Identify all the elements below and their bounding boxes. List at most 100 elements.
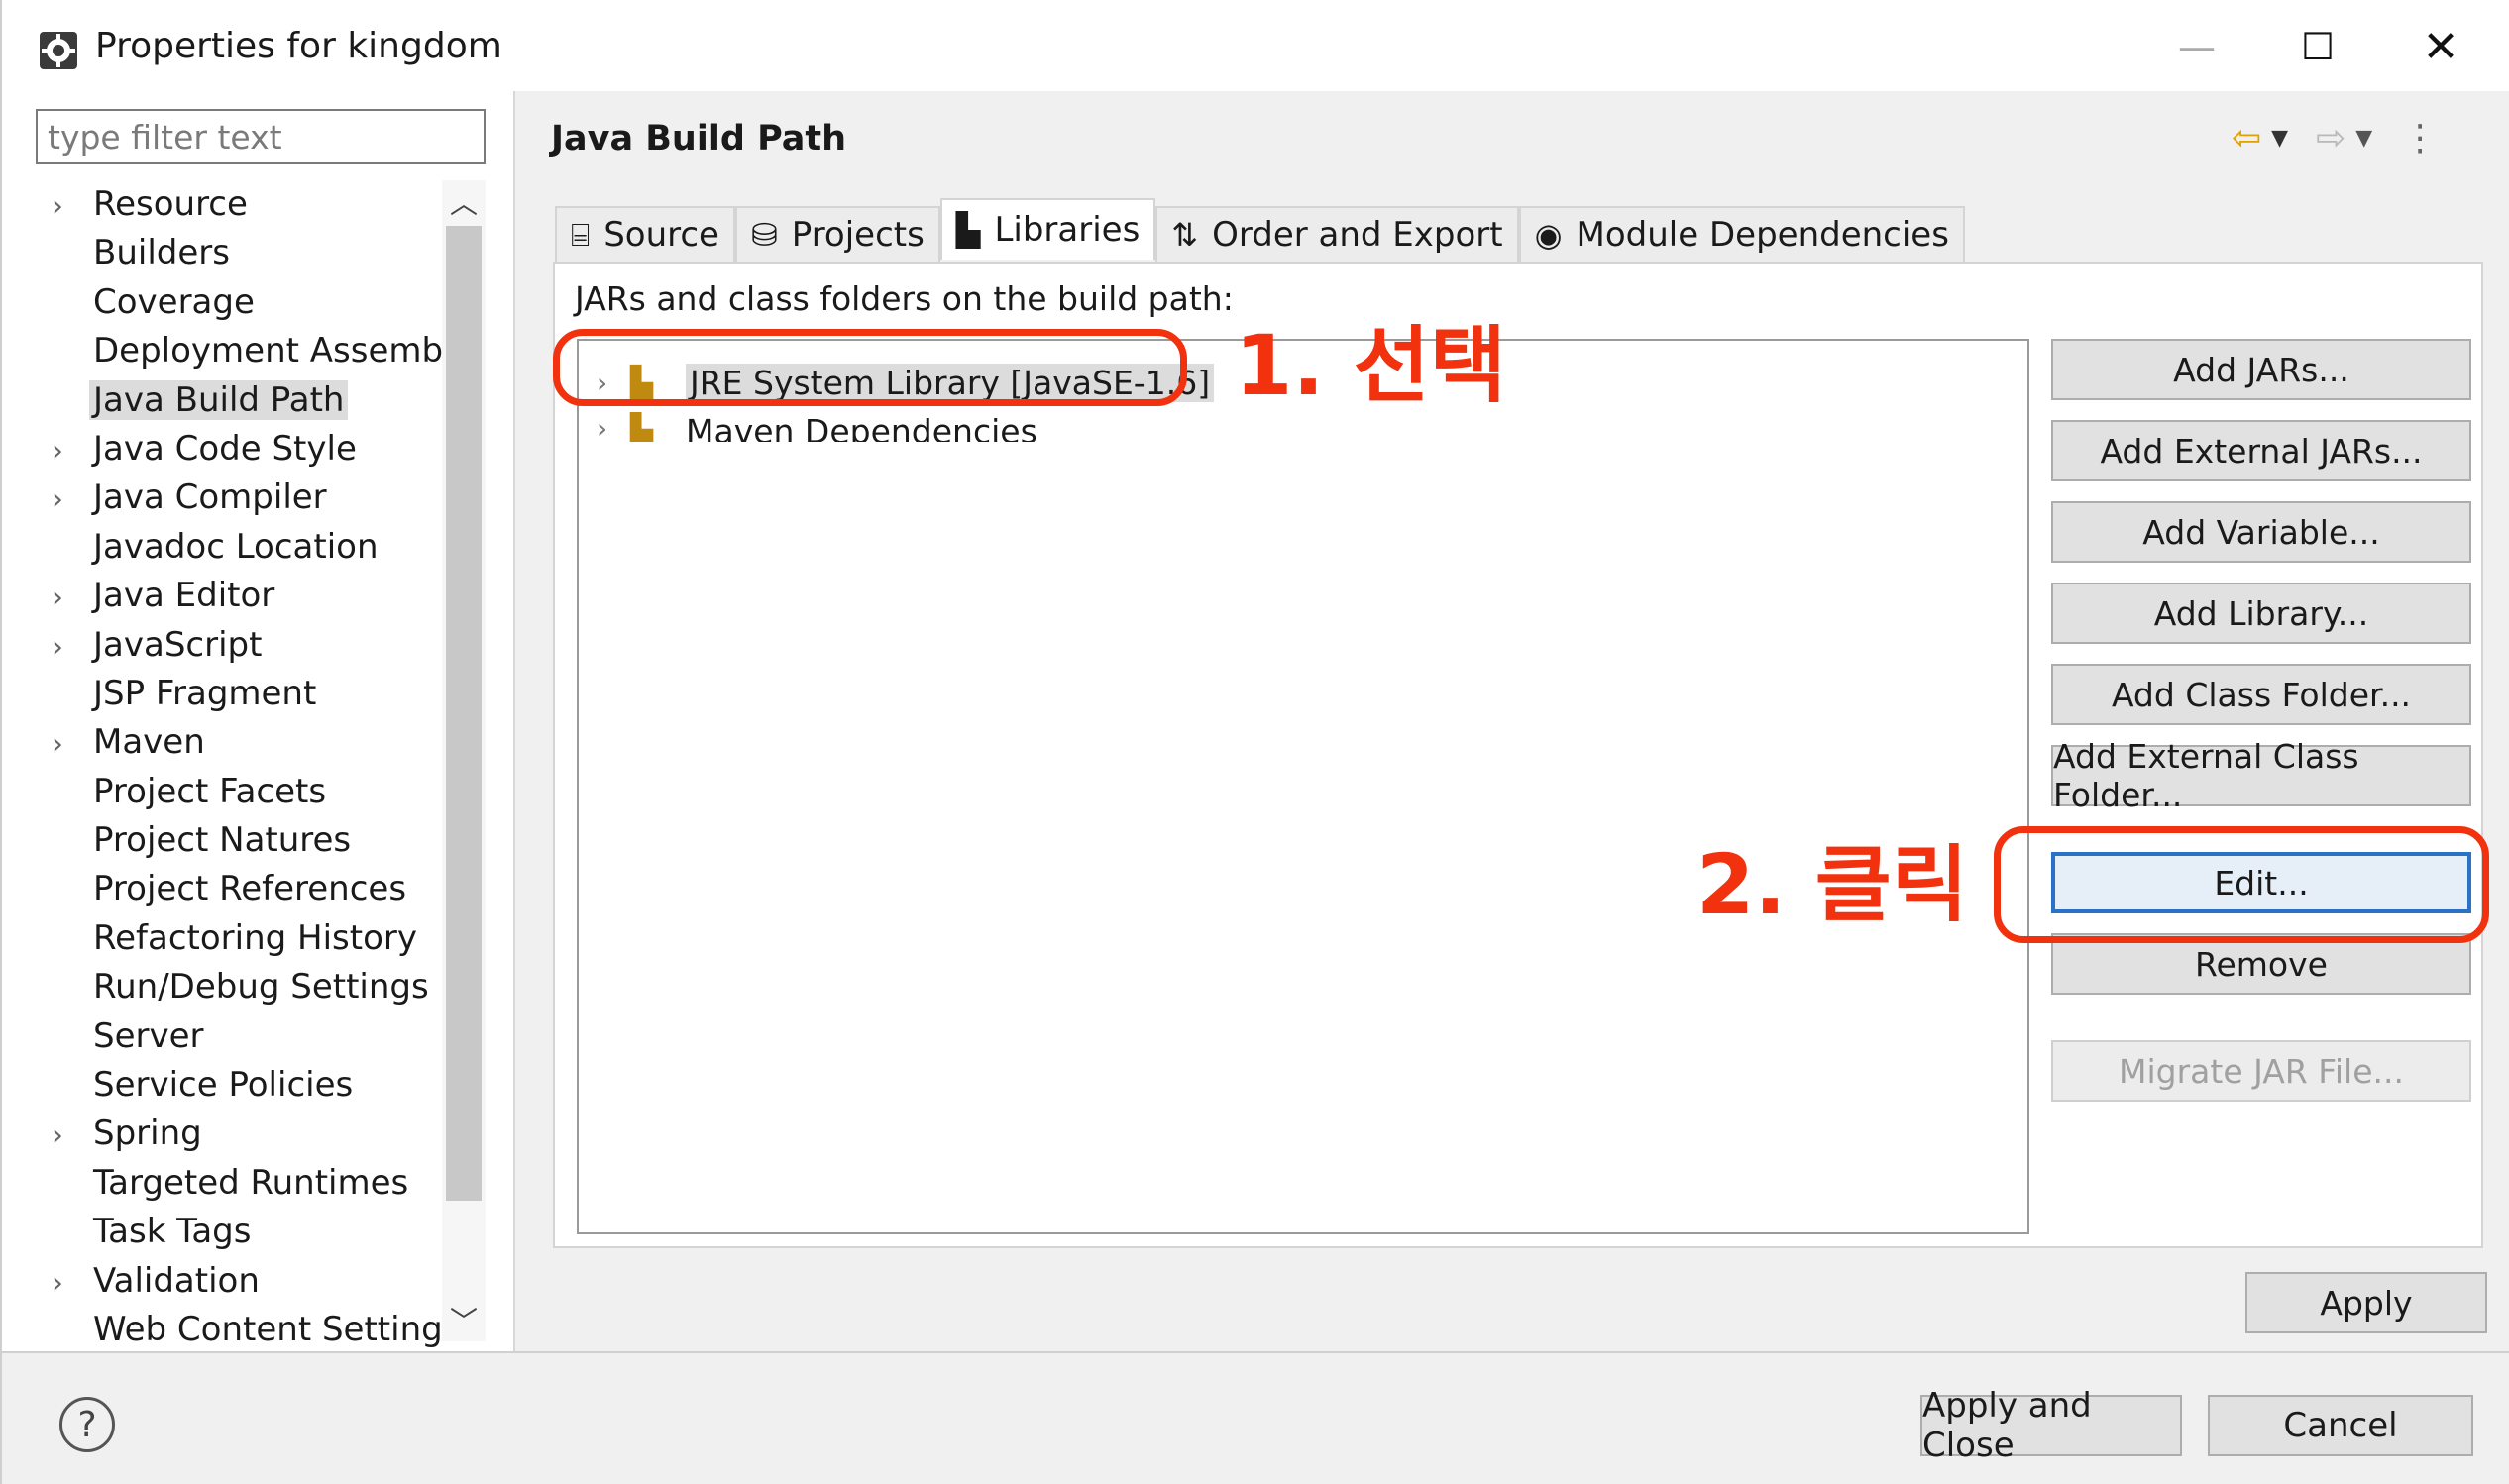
library-item-maven[interactable]: › ▙ Maven Dependencies bbox=[597, 412, 1037, 442]
expand-chevron-icon[interactable]: › bbox=[597, 412, 630, 442]
library-label: Maven Dependencies bbox=[686, 412, 1037, 442]
view-menu-icon[interactable]: ⋮ bbox=[2402, 118, 2438, 159]
tree-item-label: Service Policies bbox=[93, 1065, 354, 1106]
tree-item-label: Task Tags bbox=[93, 1212, 252, 1252]
tree-item-label: Project References bbox=[93, 869, 407, 909]
tab-label: Order and Export bbox=[1212, 215, 1503, 255]
tree-item-label: Project Facets bbox=[93, 771, 327, 811]
apply-and-close-button[interactable]: Apply and Close bbox=[1920, 1386, 2182, 1465]
tree-item[interactable]: Server bbox=[2, 1012, 438, 1061]
add-library-button[interactable]: Add Library... bbox=[2051, 583, 2471, 644]
tree-item[interactable]: Service Policies bbox=[2, 1061, 438, 1110]
tree-item-label: Javadoc Location bbox=[93, 526, 379, 567]
tree-item[interactable]: › Maven bbox=[2, 718, 438, 767]
scroll-thumb[interactable] bbox=[446, 226, 482, 1201]
filter-input[interactable] bbox=[36, 109, 486, 164]
tree-item-label: Web Content Settings bbox=[93, 1309, 461, 1349]
tree-item[interactable]: Targeted Runtimes bbox=[2, 1159, 438, 1208]
expand-chevron-icon[interactable]: › bbox=[52, 1118, 75, 1153]
library-list[interactable]: › ▙ JRE System Library [JavaSE-1.6] › ▙ … bbox=[577, 339, 2029, 1234]
module-icon: ◉ bbox=[1534, 216, 1563, 254]
forward-arrow-icon[interactable]: ⇨ bbox=[2316, 118, 2345, 159]
add-class-folder-button[interactable]: Add Class Folder... bbox=[2051, 664, 2471, 725]
tree-item[interactable]: Java Build Path bbox=[2, 376, 438, 425]
tab-label: Projects bbox=[791, 215, 925, 255]
tree-item-label: Deployment Assembly bbox=[93, 331, 473, 371]
tab-projects[interactable]: ⛁ Projects bbox=[734, 206, 940, 262]
tree-item-label: Refactoring History bbox=[93, 917, 417, 958]
tree-item-label: Targeted Runtimes bbox=[93, 1162, 409, 1203]
tab-label: Libraries bbox=[994, 210, 1141, 250]
tree-item-label: Java Editor bbox=[93, 576, 275, 616]
tree-item[interactable]: Run/Debug Settings bbox=[2, 963, 438, 1011]
tree-item-label: Java Compiler bbox=[93, 477, 327, 518]
tree-item[interactable]: Project Facets bbox=[2, 768, 438, 816]
expand-chevron-icon[interactable]: › bbox=[52, 1266, 75, 1301]
maximize-button[interactable]: ☐ bbox=[2273, 18, 2362, 75]
tree-item-label: Run/Debug Settings bbox=[93, 967, 429, 1007]
apply-button[interactable]: Apply bbox=[2245, 1272, 2487, 1333]
expand-chevron-icon[interactable]: › bbox=[52, 434, 75, 469]
tree-item[interactable]: › Java Compiler bbox=[2, 474, 438, 522]
tree-item[interactable]: › JavaScript bbox=[2, 621, 438, 670]
tab-source[interactable]: ⌸ Source bbox=[555, 206, 735, 262]
tree-item[interactable]: JSP Fragment bbox=[2, 670, 438, 718]
tab-order-and-export[interactable]: ⇅ Order and Export bbox=[1155, 206, 1519, 262]
order-export-icon: ⇅ bbox=[1171, 216, 1199, 254]
annotation-box-select bbox=[553, 329, 1187, 406]
expand-chevron-icon[interactable]: › bbox=[52, 581, 75, 615]
tree-item-label: Coverage bbox=[93, 281, 255, 322]
add-external-jars-button[interactable]: Add External JARs... bbox=[2051, 420, 2471, 481]
migrate-jar-button[interactable]: Migrate JAR File... bbox=[2051, 1040, 2471, 1102]
tree-item[interactable]: Project References bbox=[2, 865, 438, 913]
properties-dialog: Properties for kingdom — ☐ ✕ › Resource Bu… bbox=[0, 0, 2509, 1484]
tree-item-label: Java Build Path bbox=[89, 379, 349, 420]
tree-item[interactable]: › Java Editor bbox=[2, 572, 438, 620]
tree-item[interactable]: › Spring bbox=[2, 1110, 438, 1158]
tree-item[interactable]: Web Content Settings bbox=[2, 1306, 460, 1354]
tree-item[interactable]: Javadoc Location bbox=[2, 523, 438, 572]
tab-module-dependencies[interactable]: ◉ Module Dependencies bbox=[1518, 206, 1965, 262]
tree-item-label: Resource bbox=[93, 184, 248, 224]
back-arrow-icon[interactable]: ⇦ bbox=[2232, 118, 2261, 159]
page-navigation: ⇦ ▼ ⇨ ▼ ⋮ bbox=[2232, 113, 2438, 162]
tree-item[interactable]: Builders bbox=[2, 229, 438, 277]
back-dropdown-icon[interactable]: ▼ bbox=[2271, 126, 2288, 151]
expand-chevron-icon[interactable]: › bbox=[52, 727, 75, 762]
tree-item[interactable]: › Java Code Style bbox=[2, 425, 438, 474]
tree-item[interactable]: Task Tags bbox=[2, 1208, 438, 1256]
add-variable-button[interactable]: Add Variable... bbox=[2051, 501, 2471, 563]
tab-libraries[interactable]: ▙ Libraries bbox=[939, 198, 1156, 260]
expand-chevron-icon[interactable]: › bbox=[52, 482, 75, 517]
source-folder-icon: ⌸ bbox=[571, 215, 591, 254]
expand-chevron-icon[interactable]: › bbox=[52, 630, 75, 665]
tree-item[interactable]: Deployment Assembly bbox=[2, 327, 473, 375]
page-title: Java Build Path bbox=[551, 119, 847, 159]
tree-item[interactable]: › Resource bbox=[2, 180, 438, 229]
tree-item-label: Maven bbox=[93, 722, 205, 763]
help-icon[interactable]: ? bbox=[59, 1397, 115, 1452]
cancel-button[interactable]: Cancel bbox=[2208, 1395, 2473, 1456]
tree-item[interactable]: Coverage bbox=[2, 278, 438, 327]
tree-item-label: Spring bbox=[93, 1113, 202, 1154]
add-jars-button[interactable]: Add JARs... bbox=[2051, 339, 2471, 400]
tree-scrollbar[interactable]: ︿ ﹀ bbox=[442, 180, 486, 1341]
minimize-button[interactable]: — bbox=[2152, 18, 2241, 75]
tree-item-label: JavaScript bbox=[93, 624, 263, 665]
property-pages-tree: › Resource Builders Coverage Deployment Asse… bbox=[2, 180, 473, 1354]
add-external-class-folder-button[interactable]: Add External Class Folder... bbox=[2051, 737, 2471, 814]
tree-item[interactable]: › Validation bbox=[2, 1257, 438, 1306]
tree-item[interactable]: Refactoring History bbox=[2, 914, 438, 963]
scroll-up-icon[interactable]: ︿ bbox=[442, 180, 486, 224]
build-path-tabs: ⌸ Source ⛁ Projects ▙ Libraries ⇅ Order and Exp… bbox=[555, 198, 1965, 262]
annotation-step1: 1. 선택 bbox=[1235, 317, 1507, 414]
close-button[interactable]: ✕ bbox=[2396, 18, 2485, 75]
expand-chevron-icon[interactable]: › bbox=[52, 189, 75, 224]
tab-label: Module Dependencies bbox=[1576, 215, 1949, 255]
forward-dropdown-icon[interactable]: ▼ bbox=[2355, 126, 2372, 151]
tree-item[interactable]: Project Natures bbox=[2, 816, 438, 865]
scroll-down-icon[interactable]: ﹀ bbox=[442, 1298, 486, 1341]
libraries-icon: ▙ bbox=[955, 211, 981, 249]
annotation-box-click bbox=[1994, 826, 2489, 943]
property-pages-pane: › Resource Builders Coverage Deployment Asse… bbox=[2, 91, 515, 1351]
